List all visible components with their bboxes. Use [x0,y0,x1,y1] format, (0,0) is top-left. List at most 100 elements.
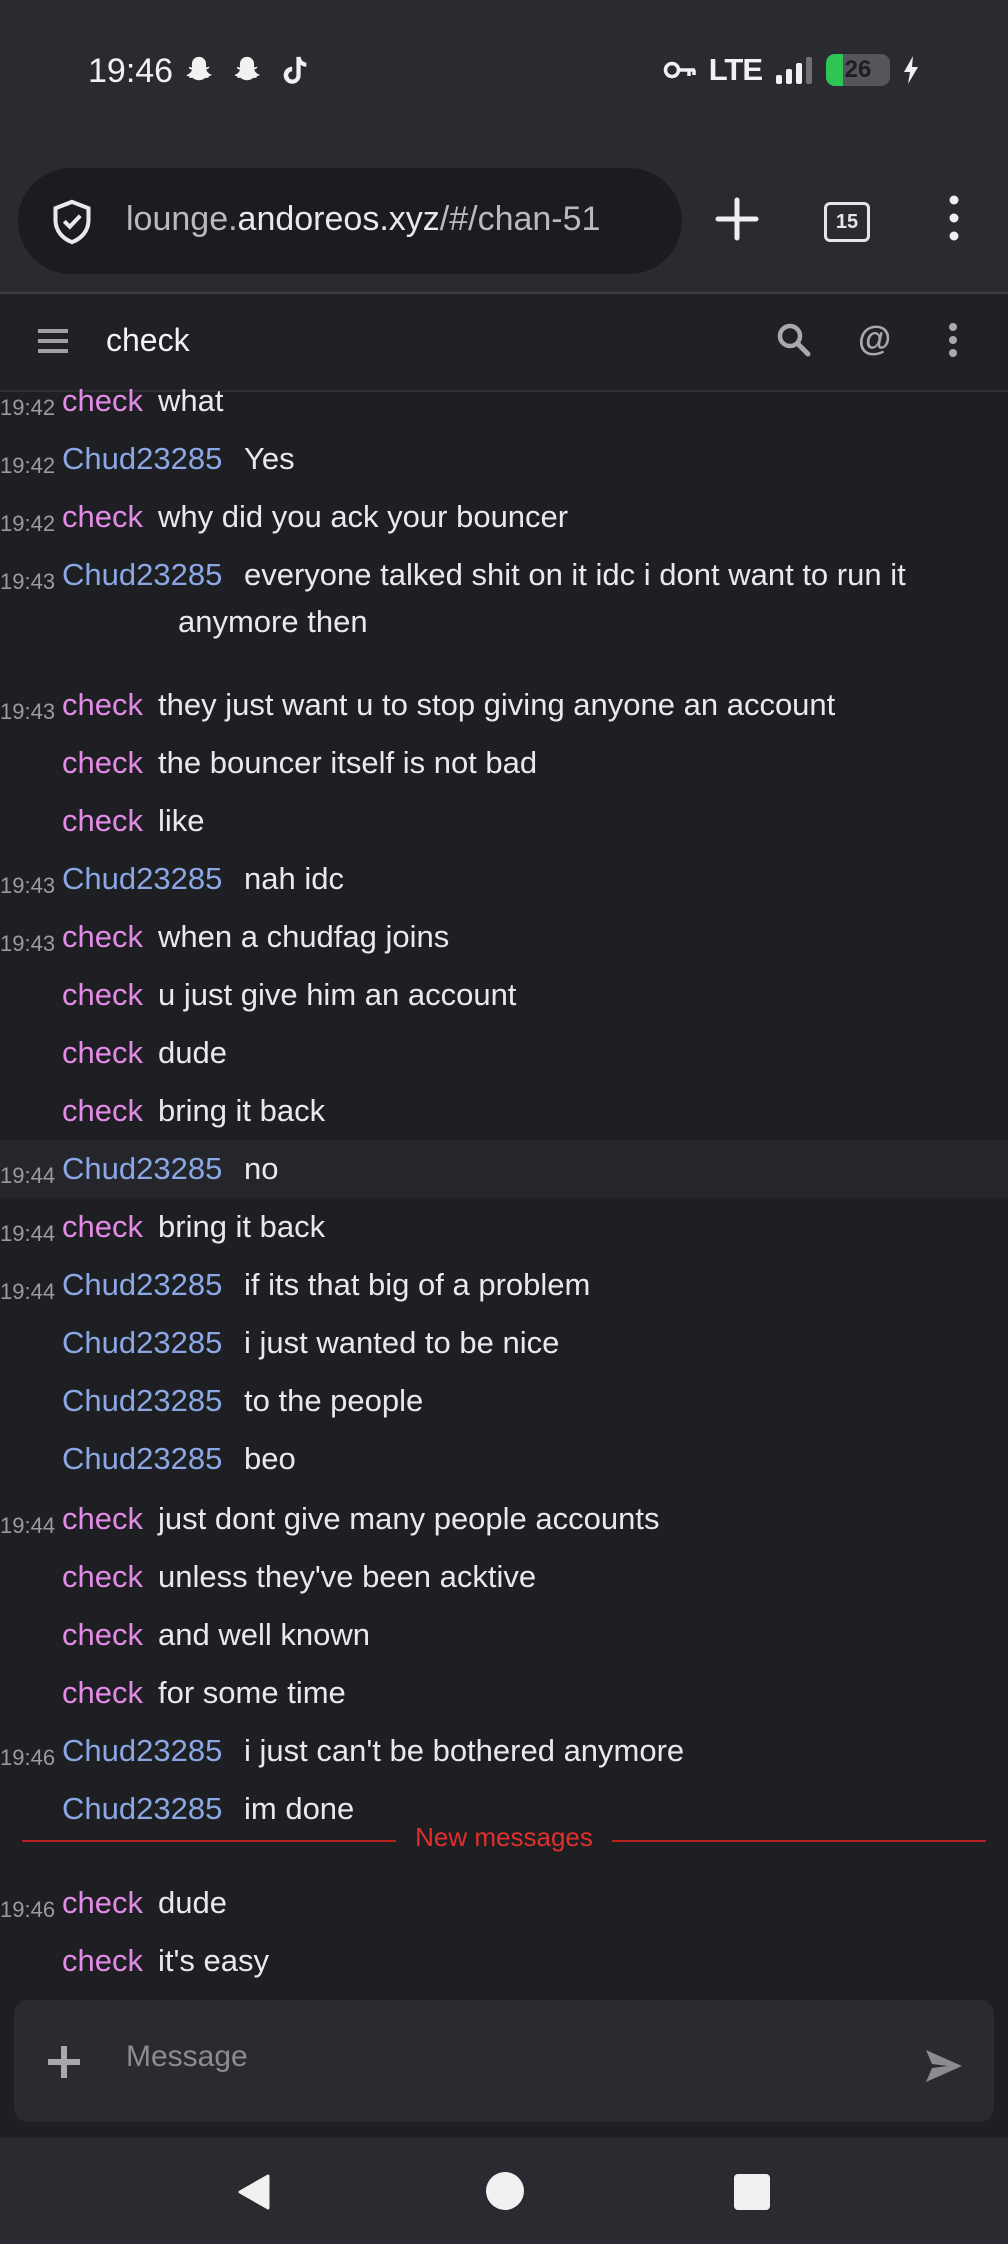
message-nick[interactable]: Chud23285 [62,1727,222,1775]
status-bar: 19:46 LTE 26 [0,0,1008,150]
message-time: 19:42 [0,395,56,420]
message-nick[interactable]: Chud23285 [62,1261,222,1309]
message-text: nah idc [244,861,344,896]
message-nick[interactable]: check [62,913,143,961]
new-tab-icon[interactable] [712,194,762,244]
mentions-icon[interactable]: @ [858,320,891,359]
message-time: 19:44 [0,1221,56,1246]
message-time: 19:43 [0,569,56,594]
signal-icon [776,57,812,84]
message-list[interactable]: 19:42 check what 19:42 Chud23285 Yes 19:42 chec… [0,380,1008,1998]
message-row: 19:43 Chud23285 nah idc [0,850,1008,908]
message-text: beo [244,1441,296,1476]
message-nick[interactable]: check [62,1087,143,1135]
message-time: 19:46 [0,1745,56,1770]
message-text: unless they've been acktive [158,1559,537,1594]
message-row: check the bouncer itself is not bad [0,734,1008,792]
snapchat-icon [186,56,212,81]
message-nick[interactable]: Chud23285 [62,435,222,483]
browser-toolbar: lounge.andoreos.xyz/#/chan-51 15 [0,150,1008,294]
vpn-key-icon [663,61,696,79]
url-text[interactable]: lounge.andoreos.xyz/#/chan-51 [126,200,600,239]
message-text: Yes [244,441,295,476]
message-time: 19:42 [0,453,56,478]
message-row: check dude [0,1024,1008,1082]
message-text: for some time [158,1675,346,1710]
message-row: 19:43 check they just want u to stop givin… [0,676,1008,734]
message-nick[interactable]: check [62,493,143,541]
charging-icon [904,56,918,84]
message-time: 19:43 [0,699,56,724]
message-row: check for some time [0,1664,1008,1722]
message-input[interactable]: Message [126,2040,248,2074]
message-nick[interactable]: Chud23285 [62,855,222,903]
shield-check-icon[interactable] [50,198,94,246]
recents-icon[interactable] [734,2174,770,2210]
message-text: everyone talked shit on it idc i dont wa… [244,557,906,592]
message-text: i just wanted to be nice [244,1325,560,1360]
snapchat-icon [234,56,260,81]
message-composer[interactable]: Message [14,2000,994,2122]
back-icon[interactable] [234,2172,274,2212]
message-row: 19:44 check bring it back [0,1198,1008,1256]
message-nick[interactable]: check [62,1203,143,1251]
message-text: the bouncer itself is not bad [158,745,538,780]
message-nick[interactable]: check [62,1495,143,1543]
search-icon[interactable] [776,322,812,358]
message-row: 19:43 check when a chudfag joins [0,908,1008,966]
message-text: they just want u to stop giving anyone a… [158,687,836,722]
url-prefix: lounge. [126,200,238,238]
message-text: u just give him an account [158,977,517,1012]
message-row: 19:44 Chud23285 if its that big of a probl… [0,1256,1008,1314]
send-icon[interactable] [924,2048,964,2084]
message-nick[interactable]: Chud23285 [62,1377,222,1425]
message-nick[interactable]: Chud23285 [62,1319,222,1367]
url-domain: andoreos.xyz [237,200,440,238]
message-text: to the people [244,1383,424,1418]
channel-title: check [106,322,190,358]
message-nick[interactable]: check [62,681,143,729]
message-text: just dont give many people accounts [158,1501,660,1536]
message-nick[interactable]: check [62,1879,143,1927]
channel-menu-icon[interactable] [946,322,960,358]
upload-plus-icon[interactable] [44,2042,84,2082]
browser-menu-icon[interactable] [944,192,964,244]
message-nick[interactable]: check [62,797,143,845]
message-row: Chud23285 i just wanted to be nice [0,1314,1008,1372]
message-time: 19:43 [0,931,56,956]
hamburger-menu-icon[interactable] [38,326,68,356]
battery-icon: 26 [826,54,890,86]
message-nick[interactable]: check [62,739,143,787]
message-time: 19:44 [0,1279,56,1304]
message-text: it's easy [158,1943,270,1978]
home-icon[interactable] [486,2172,524,2210]
message-text: dude [158,1885,227,1920]
network-type: LTE [708,52,763,87]
message-text: why did you ack your bouncer [158,499,569,534]
message-nick[interactable]: check [62,1553,143,1601]
message-nick[interactable]: Chud23285 [62,551,222,599]
message-row: check it's easy [0,1932,1008,1990]
message-text: if its that big of a problem [244,1267,591,1302]
message-nick[interactable]: check [62,380,143,425]
message-nick[interactable]: Chud23285 [62,1435,222,1483]
message-text: dude [158,1035,227,1070]
message-time: 19:46 [0,1897,56,1922]
message-text: like [158,803,205,838]
message-nick[interactable]: check [62,1611,143,1659]
message-nick[interactable]: Chud23285 [62,1145,222,1193]
message-nick[interactable]: check [62,1669,143,1717]
battery-percent: 26 [844,56,872,83]
message-nick[interactable]: check [62,1029,143,1077]
channel-header: check @ [0,294,1008,392]
message-time: 19:43 [0,873,56,898]
message-nick[interactable]: check [62,1937,143,1985]
message-text: no [244,1151,279,1186]
message-text-continuation: anymore then [178,604,368,639]
address-bar[interactable]: lounge.andoreos.xyz/#/chan-51 [18,168,682,274]
message-nick[interactable]: check [62,971,143,1019]
system-nav-bar [0,2138,1008,2244]
tab-switcher-button[interactable]: 15 [824,202,870,242]
clock: 19:46 [88,52,174,90]
message-row: 19:43 Chud23285 everyone talked shit on it… [0,546,1008,642]
